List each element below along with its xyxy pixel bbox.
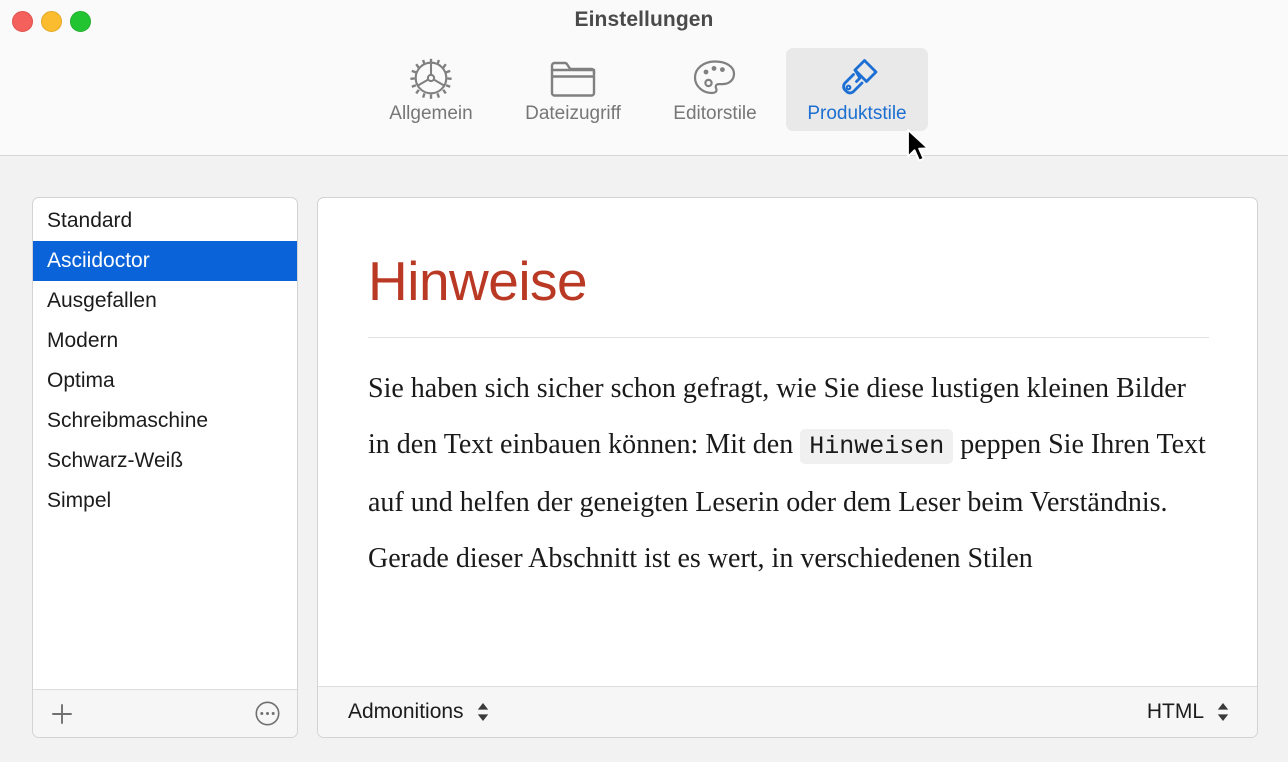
chevron-up-down-icon [477, 703, 488, 721]
window-title: Einstellungen [574, 8, 714, 31]
list-item[interactable]: Schreibmaschine [33, 401, 297, 441]
gear-icon [407, 56, 455, 100]
preferences-window: Einstellungen Allgemein Dateizugriff Edi… [0, 0, 1288, 762]
list-item-label: Ausgefallen [47, 289, 157, 312]
toolbar-tab-produktstile[interactable]: Produktstile [786, 48, 928, 131]
list-item-label: Modern [47, 329, 119, 352]
toolbar-tab-label: Produktstile [807, 103, 907, 124]
list-item[interactable]: Modern [33, 321, 297, 361]
list-item[interactable]: Optima [33, 361, 297, 401]
preview-inline-code: Hinweisen [800, 429, 954, 464]
preview-heading-rule [368, 337, 1209, 338]
admonitions-popup-button[interactable]: Admonitions [348, 700, 491, 724]
preferences-content: Standard Asciidoctor Ausgefallen Modern … [0, 156, 1288, 762]
list-item[interactable]: Standard [33, 201, 297, 241]
toolbar-tab-label: Editorstile [673, 103, 757, 124]
toolbar-tab-label: Dateizugriff [525, 103, 621, 124]
list-item[interactable]: Simpel [33, 481, 297, 521]
plus-icon [52, 703, 72, 724]
admonitions-popup-value: Admonitions [348, 700, 464, 723]
preview-heading: Hinweise [368, 250, 588, 312]
paintbrush-icon [833, 56, 881, 100]
preview-document: Hinweise Sie haben sich sicher schon gef… [318, 198, 1257, 686]
folder-icon [548, 56, 598, 100]
list-item[interactable]: Schwarz-Weiß [33, 441, 297, 481]
window-titlebar: Einstellungen Allgemein Dateizugriff Edi… [0, 0, 1288, 156]
toolbar-tab-label: Allgemein [389, 103, 473, 124]
ellipsis-circle-icon [255, 701, 280, 726]
style-list[interactable]: Standard Asciidoctor Ausgefallen Modern … [33, 198, 297, 689]
toolbar-tab-editorstile[interactable]: Editorstile [644, 48, 786, 131]
format-popup-button[interactable]: HTML [1147, 700, 1231, 724]
list-item-label: Schreibmaschine [47, 409, 209, 432]
preferences-toolbar: Allgemein Dateizugriff Editorstile Produ… [0, 48, 1288, 131]
preview-footer: Admonitions HTML [318, 686, 1257, 737]
product-styles-sidebar: Standard Asciidoctor Ausgefallen Modern … [32, 197, 298, 738]
style-preview-panel: Hinweise Sie haben sich sicher schon gef… [317, 197, 1258, 738]
list-item[interactable]: Asciidoctor [33, 241, 297, 281]
preview-paragraph: Sie haben sich sicher schon gefragt, wie… [368, 361, 1209, 587]
style-options-button[interactable] [254, 700, 281, 727]
style-list-footer [33, 689, 297, 737]
list-item-label: Schwarz-Weiß [47, 449, 184, 472]
toolbar-tab-dateizugriff[interactable]: Dateizugriff [502, 48, 644, 131]
list-item-label: Optima [47, 369, 115, 392]
add-style-button[interactable] [49, 701, 75, 727]
format-popup-value: HTML [1146, 700, 1204, 723]
list-item-label: Standard [47, 209, 133, 232]
list-item[interactable]: Ausgefallen [33, 281, 297, 321]
chevron-up-down-icon [1217, 703, 1229, 721]
list-item-label: Simpel [47, 489, 112, 512]
list-item-label: Asciidoctor [47, 249, 150, 272]
toolbar-tab-allgemein[interactable]: Allgemein [360, 48, 502, 131]
palette-icon [690, 56, 740, 100]
